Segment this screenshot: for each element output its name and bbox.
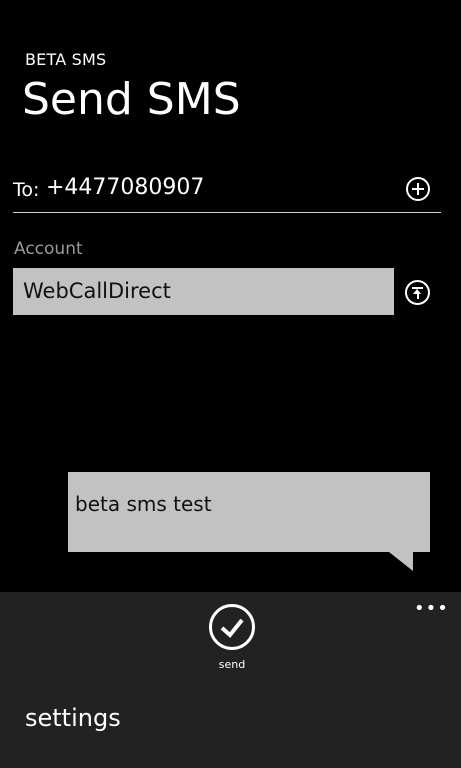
message-bubble-tail (389, 552, 413, 571)
menu-item-settings[interactable]: settings (25, 704, 121, 732)
send-button[interactable]: send (193, 604, 271, 671)
recipient-label: To: (13, 179, 40, 201)
send-label: send (218, 658, 246, 671)
message-bubble[interactable]: beta sms test (68, 472, 430, 552)
page-title: Send SMS (22, 74, 241, 125)
app-bar: ••• send settings (0, 592, 461, 768)
upload-icon[interactable] (405, 280, 430, 305)
add-contact-icon[interactable] (406, 177, 430, 201)
recipient-field[interactable]: To: +4477080907 (13, 168, 441, 213)
recipient-input[interactable]: +4477080907 (46, 175, 204, 200)
more-options-icon[interactable]: ••• (414, 600, 449, 618)
account-label: Account (14, 239, 83, 259)
account-selector[interactable]: WebCallDirect (13, 268, 394, 315)
app-name: BETA SMS (25, 50, 107, 69)
check-icon (209, 604, 255, 650)
